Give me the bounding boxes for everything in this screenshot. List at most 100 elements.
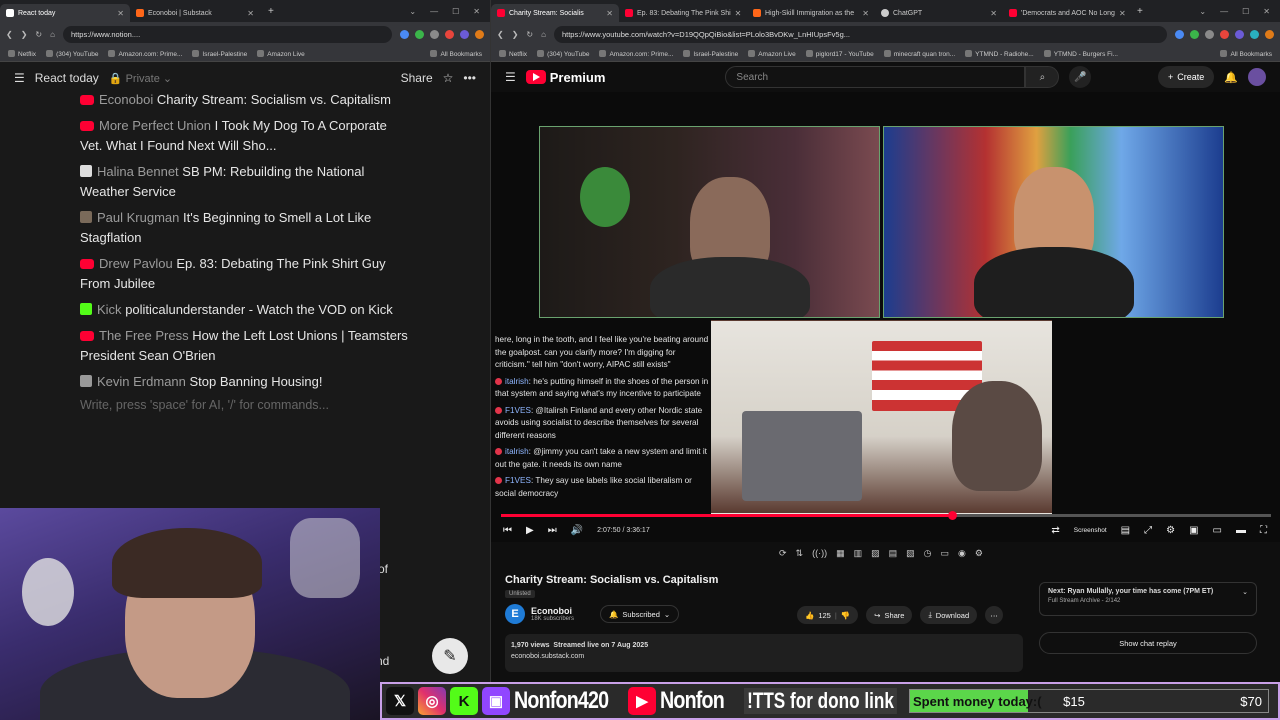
share-button[interactable]: ↪ Share bbox=[866, 606, 913, 624]
scrubber-handle[interactable] bbox=[947, 511, 957, 520]
new-tab-icon[interactable]: + bbox=[1137, 6, 1143, 17]
maximize-icon[interactable]: ☐ bbox=[452, 7, 459, 16]
extension-icon[interactable] bbox=[1220, 29, 1229, 39]
theater-mode-icon[interactable]: ▭ bbox=[1213, 525, 1222, 536]
item-title[interactable]: Stop Banning Housing! bbox=[190, 374, 323, 389]
maximize-icon[interactable]: ☐ bbox=[1242, 7, 1249, 16]
tool-icon[interactable]: ▨ bbox=[871, 548, 880, 559]
next-icon[interactable]: ⏭ bbox=[548, 525, 557, 536]
loop-icon[interactable]: ⟳ bbox=[779, 548, 787, 559]
extension-icon[interactable] bbox=[430, 29, 439, 39]
tab-high-skill[interactable]: High-Skill Immigration as the ✕ bbox=[747, 4, 875, 22]
channel-avatar[interactable]: E bbox=[505, 604, 525, 624]
subtitles-icon[interactable]: ▤ bbox=[1121, 525, 1130, 536]
bookmark-item[interactable]: piglord17 - YouTube bbox=[806, 50, 874, 58]
tab-search-icon[interactable]: ⌄ bbox=[1199, 7, 1206, 16]
cast-icon[interactable]: ▬ bbox=[1236, 525, 1246, 536]
fullscreen-icon[interactable]: ⛶ bbox=[1260, 525, 1267, 536]
tab-ep83[interactable]: Ep. 83: Debating The Pink Shi ✕ bbox=[619, 4, 747, 22]
description-box[interactable]: 1,970 views Streamed live on 7 Aug 2025 … bbox=[505, 634, 1023, 672]
description-link[interactable]: econoboi.substack.com bbox=[511, 651, 1017, 662]
tool-icon[interactable]: ▦ bbox=[836, 548, 845, 559]
audio-icon[interactable]: ((·)) bbox=[812, 548, 827, 559]
all-bookmarks-folder[interactable]: All Bookmarks bbox=[430, 50, 482, 58]
tab-econoboi-substack[interactable]: Econoboi | Substack ✕ bbox=[130, 4, 260, 22]
extension-icon[interactable] bbox=[1190, 29, 1199, 39]
tab-democrats-aoc[interactable]: 'Democrats and AOC No Long ✕ bbox=[1003, 4, 1131, 22]
camera-icon[interactable]: ◉ bbox=[958, 548, 966, 559]
guide-menu-icon[interactable]: ☰ bbox=[505, 70, 516, 84]
settings-gear-icon[interactable]: ⚙ bbox=[975, 548, 983, 559]
new-tab-icon[interactable]: + bbox=[268, 6, 274, 17]
volume-icon[interactable]: 🔊 bbox=[571, 525, 583, 536]
forward-icon[interactable]: ❯ bbox=[512, 30, 519, 39]
tool-icon[interactable]: ▤ bbox=[889, 548, 898, 559]
url-field[interactable]: https://www.notion.... bbox=[62, 25, 392, 43]
minimize-icon[interactable]: — bbox=[430, 7, 438, 16]
close-tab-icon[interactable]: ✕ bbox=[606, 9, 613, 18]
close-tab-icon[interactable]: ✕ bbox=[117, 9, 124, 18]
extension-icon[interactable] bbox=[445, 29, 454, 39]
screenshot-button[interactable]: Screenshot bbox=[1074, 527, 1107, 534]
bookmark-item[interactable]: YTMND - Radiohe... bbox=[965, 50, 1034, 58]
tab-react-today[interactable]: React today ✕ bbox=[0, 4, 130, 22]
tool-icon[interactable]: ▥ bbox=[854, 548, 863, 559]
bookmark-item[interactable]: (304) YouTube bbox=[537, 50, 589, 58]
close-tab-icon[interactable]: ✕ bbox=[247, 9, 254, 18]
list-item[interactable]: Paul Krugman It's Beginning to Smell a L… bbox=[80, 208, 410, 248]
download-button[interactable]: ⤓ Download bbox=[920, 606, 978, 624]
list-item[interactable]: Halina Bennet SB PM: Rebuilding the Nati… bbox=[80, 162, 410, 202]
extension-icon[interactable] bbox=[460, 29, 469, 39]
list-item[interactable]: Econoboi Charity Stream: Socialism vs. C… bbox=[80, 90, 410, 110]
show-chat-replay-button[interactable]: Show chat replay bbox=[1039, 632, 1257, 654]
chevron-down-icon[interactable]: ⌄ bbox=[1242, 588, 1248, 596]
bookmark-item[interactable]: Amazon.com: Prime... bbox=[108, 50, 182, 58]
previous-icon[interactable]: ⏮ bbox=[503, 525, 512, 536]
more-options-icon[interactable]: ••• bbox=[463, 71, 476, 85]
playlist-next-card[interactable]: Next: Ryan Mullally, your time has come … bbox=[1039, 582, 1257, 616]
home-icon[interactable]: ⌂ bbox=[50, 30, 55, 39]
youtube-premium-logo[interactable]: Premium bbox=[525, 70, 605, 85]
create-button[interactable]: + Create bbox=[1158, 66, 1215, 88]
menu-icon[interactable]: ☰ bbox=[14, 71, 25, 85]
settings-gear-icon[interactable]: ⚙ bbox=[1166, 525, 1175, 536]
list-item[interactable]: The Free Press How the Left Lost Unions … bbox=[80, 326, 410, 366]
list-item[interactable]: Kick politicalunderstander - Watch the V… bbox=[80, 300, 410, 320]
autoplay-toggle-icon[interactable]: ⇄ bbox=[1051, 525, 1059, 536]
close-window-icon[interactable]: ✕ bbox=[1263, 7, 1270, 16]
favorite-star-icon[interactable]: ☆ bbox=[443, 71, 454, 85]
tool-icon[interactable]: ▧ bbox=[906, 548, 915, 559]
thumbs-down-icon[interactable]: 👎 bbox=[841, 611, 850, 620]
item-title[interactable]: politicalunderstander - Watch the VOD on… bbox=[125, 302, 393, 317]
url-field[interactable]: https://www.youtube.com/watch?v=D19QQpQi… bbox=[553, 25, 1167, 43]
reload-icon[interactable]: ↻ bbox=[526, 30, 533, 39]
list-item[interactable]: More Perfect Union I Took My Dog To A Co… bbox=[80, 116, 410, 156]
search-button[interactable]: ⌕ bbox=[1025, 66, 1060, 88]
extension-icon[interactable] bbox=[400, 29, 409, 39]
profile-icon[interactable] bbox=[1265, 29, 1274, 39]
extension-icon[interactable] bbox=[1250, 29, 1259, 39]
editor-placeholder[interactable]: Write, press 'space' for AI, '/' for com… bbox=[80, 398, 410, 412]
reload-icon[interactable]: ↻ bbox=[35, 30, 42, 39]
bookmark-item[interactable]: Amazon.com: Prime... bbox=[599, 50, 673, 58]
notifications-bell-icon[interactable]: 🔔 bbox=[1224, 71, 1238, 84]
bookmark-item[interactable]: (304) YouTube bbox=[46, 50, 98, 58]
bookmark-item[interactable]: Israel-Palestine bbox=[683, 50, 738, 58]
channel-name[interactable]: Econoboi bbox=[531, 606, 574, 616]
back-icon[interactable]: ❮ bbox=[497, 30, 504, 39]
bookmark-item[interactable]: Netflix bbox=[8, 50, 36, 58]
item-title[interactable]: Charity Stream: Socialism vs. Capitalism bbox=[157, 92, 391, 107]
extension-icon[interactable] bbox=[1205, 29, 1214, 39]
video-player[interactable]: here, long in the tooth, and I feel like… bbox=[491, 92, 1280, 542]
bookmark-item[interactable]: minecraft quan tron... bbox=[884, 50, 955, 58]
play-icon[interactable]: ▶ bbox=[526, 525, 534, 536]
bookmark-item[interactable]: Netflix bbox=[499, 50, 527, 58]
voice-search-icon[interactable]: 🎤 bbox=[1069, 66, 1092, 88]
tool-icon[interactable]: ▭ bbox=[941, 548, 950, 559]
all-bookmarks-folder[interactable]: All Bookmarks bbox=[1220, 50, 1272, 58]
minimize-icon[interactable]: — bbox=[1220, 7, 1228, 16]
list-item[interactable]: Drew Pavlou Ep. 83: Debating The Pink Sh… bbox=[80, 254, 410, 294]
extension-icon[interactable] bbox=[1175, 29, 1184, 39]
ai-assistant-icon[interactable]: ✎ bbox=[432, 638, 468, 674]
bookmark-item[interactable]: Amazon Live bbox=[257, 50, 305, 58]
